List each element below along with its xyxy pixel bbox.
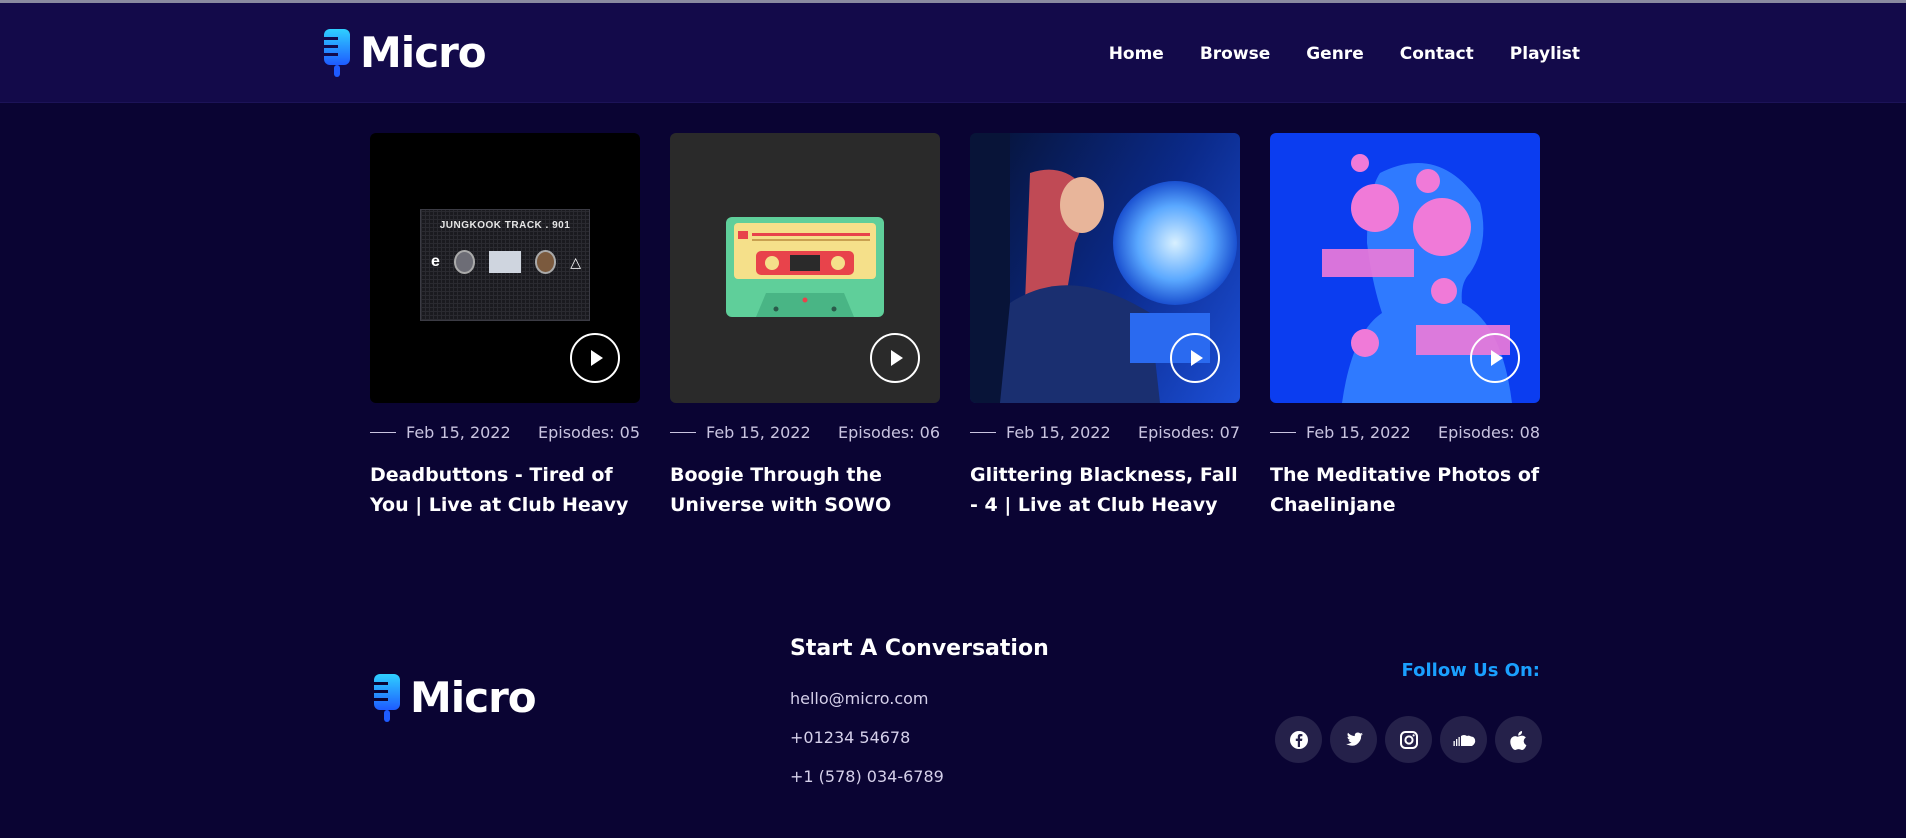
card-episodes: Episodes: 05 [537, 423, 640, 442]
contact-email[interactable]: hello@micro.com [790, 689, 928, 708]
dash-divider [370, 432, 396, 433]
photo-thumbnail[interactable] [970, 133, 1240, 403]
card-meta: Feb 15, 2022 Episodes: 06 [670, 423, 940, 442]
nav-browse[interactable]: Browse [1200, 44, 1270, 64]
card-title[interactable]: Glittering Blackness, Fall - 4 | Live at… [970, 460, 1240, 520]
contact-phone-2[interactable]: +1 (578) 034-6789 [790, 767, 944, 786]
soundcloud-icon[interactable] [1440, 716, 1487, 763]
cassette-illustration [726, 217, 884, 317]
footer-logo[interactable]: Micro [372, 672, 537, 722]
cassette-thumbnail[interactable]: JUNGKOOK TRACK . 901 e △ [370, 133, 640, 403]
play-button[interactable] [570, 333, 620, 383]
nav-playlist[interactable]: Playlist [1510, 44, 1580, 64]
logo-text: Micro [360, 27, 487, 77]
play-icon [591, 350, 603, 366]
contact-phone-1[interactable]: +01234 54678 [790, 728, 910, 747]
play-button[interactable] [1170, 333, 1220, 383]
apple-icon[interactable] [1495, 716, 1542, 763]
dash-divider [1270, 432, 1296, 433]
card-meta: Feb 15, 2022 Episodes: 05 [370, 423, 640, 442]
facebook-icon[interactable] [1275, 716, 1322, 763]
card-date: Feb 15, 2022 [1306, 423, 1411, 442]
card-meta: Feb 15, 2022 Episodes: 08 [1270, 423, 1540, 442]
cassette-thumbnail[interactable] [670, 133, 940, 403]
card-date: Feb 15, 2022 [406, 423, 511, 442]
microphone-logo-icon [372, 672, 402, 722]
twitter-icon[interactable] [1330, 716, 1377, 763]
logo-text: Micro [410, 672, 537, 722]
podcast-card[interactable]: Feb 15, 2022 Episodes: 06 Boogie Through… [670, 133, 940, 520]
podcast-cards: JUNGKOOK TRACK . 901 e △ Feb 15, 2022 Ep… [370, 133, 1540, 520]
card-title[interactable]: Boogie Through the Universe with SOWO [670, 460, 940, 520]
dash-divider [970, 432, 996, 433]
main-nav: Home Browse Genre Contact Playlist [1109, 44, 1580, 64]
dash-divider [670, 432, 696, 433]
nav-contact[interactable]: Contact [1400, 44, 1474, 64]
nav-home[interactable]: Home [1109, 44, 1164, 64]
follow-heading: Follow Us On: [1401, 660, 1540, 681]
cassette-image: JUNGKOOK TRACK . 901 e △ [420, 209, 590, 321]
play-icon [1491, 350, 1503, 366]
card-date: Feb 15, 2022 [706, 423, 811, 442]
social-links [1275, 716, 1542, 763]
site-header: Micro Home Browse Genre Contact Playlist [0, 3, 1906, 103]
podcast-card[interactable]: Feb 15, 2022 Episodes: 07 Glittering Bla… [970, 133, 1240, 520]
card-episodes: Episodes: 06 [837, 423, 940, 442]
card-title[interactable]: Deadbuttons - Tired of You | Live at Clu… [370, 460, 640, 520]
card-episodes: Episodes: 08 [1437, 423, 1540, 442]
podcast-card[interactable]: Feb 15, 2022 Episodes: 08 The Meditative… [1270, 133, 1540, 520]
microphone-logo-icon [322, 27, 352, 77]
play-icon [1191, 350, 1203, 366]
nav-genre[interactable]: Genre [1306, 44, 1364, 64]
cassette-label: JUNGKOOK TRACK . 901 [439, 220, 571, 231]
card-episodes: Episodes: 07 [1137, 423, 1240, 442]
play-icon [891, 350, 903, 366]
card-date: Feb 15, 2022 [1006, 423, 1111, 442]
podcast-card[interactable]: JUNGKOOK TRACK . 901 e △ Feb 15, 2022 Ep… [370, 133, 640, 520]
card-title[interactable]: The Meditative Photos of Chaelinjane [1270, 460, 1540, 520]
card-meta: Feb 15, 2022 Episodes: 07 [970, 423, 1240, 442]
conversation-heading: Start A Conversation [790, 636, 1049, 661]
play-button[interactable] [1470, 333, 1520, 383]
header-logo[interactable]: Micro [322, 27, 487, 77]
photo-thumbnail[interactable] [1270, 133, 1540, 403]
instagram-icon[interactable] [1385, 716, 1432, 763]
play-button[interactable] [870, 333, 920, 383]
